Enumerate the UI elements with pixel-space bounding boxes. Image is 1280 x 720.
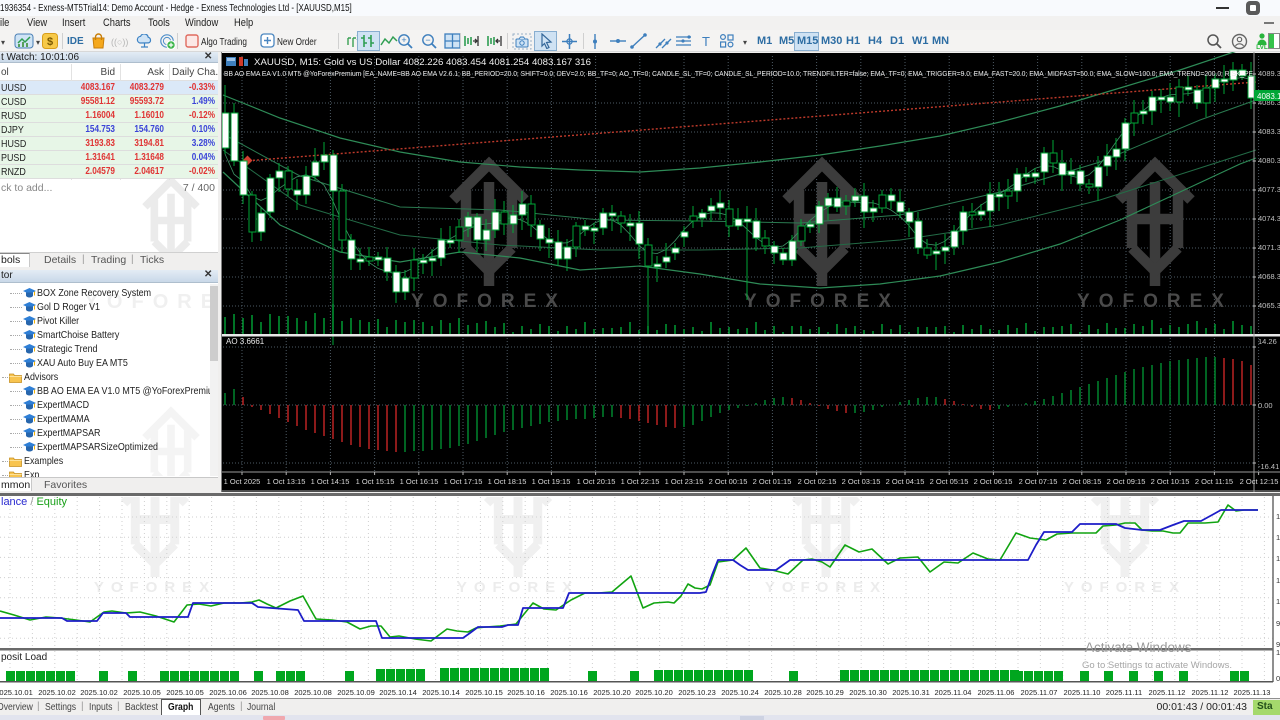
svg-text:2 Oct 03:15: 2 Oct 03:15: [842, 477, 881, 486]
svg-text:2025.10.20: 2025.10.20: [635, 688, 673, 697]
svg-text:1 Oct 19:15: 1 Oct 19:15: [532, 477, 571, 486]
svg-text:0.00: 0.00: [1258, 401, 1273, 410]
svg-text:-16.41: -16.41: [1258, 462, 1279, 471]
svg-text:Activate Windows: Activate Windows: [1085, 640, 1192, 655]
svg-text:2025.10.23: 2025.10.23: [678, 688, 716, 697]
svg-text:2 Oct 10:15: 2 Oct 10:15: [1151, 477, 1190, 486]
svg-text:2025.10.01: 2025.10.01: [0, 688, 33, 697]
svg-text:2025.11.12: 2025.11.12: [1149, 688, 1186, 697]
svg-text:2025.10.06: 2025.10.06: [209, 688, 247, 697]
svg-text:+: +: [401, 35, 406, 45]
svg-text:4065.3: 4065.3: [1258, 301, 1280, 310]
svg-text:2 Oct 06:15: 2 Oct 06:15: [974, 477, 1013, 486]
svg-text:2025.10.14: 2025.10.14: [379, 688, 417, 697]
svg-text:YOFOREX: YOFOREX: [94, 579, 216, 596]
svg-text:1 Oct 20:15: 1 Oct 20:15: [577, 477, 616, 486]
svg-text:2025.11.07: 2025.11.07: [1021, 688, 1058, 697]
svg-text:0.: 0.: [1276, 674, 1280, 683]
svg-text:2025.10.14: 2025.10.14: [422, 688, 460, 697]
svg-text:1 Oct 17:15: 1 Oct 17:15: [444, 477, 483, 486]
svg-text:$: $: [47, 36, 53, 48]
svg-text:4074.3: 4074.3: [1258, 214, 1280, 223]
svg-text:YOFOREX: YOFOREX: [457, 579, 579, 596]
svg-text:AO 3.6661: AO 3.6661: [226, 337, 265, 346]
svg-text:1 Oct 13:15: 1 Oct 13:15: [267, 477, 306, 486]
svg-text:2025.10.24: 2025.10.24: [721, 688, 759, 697]
svg-text:2025.10.05: 2025.10.05: [123, 688, 161, 697]
svg-text:2025.10.02: 2025.10.02: [80, 688, 118, 697]
svg-text:4077.3: 4077.3: [1258, 185, 1280, 194]
svg-text:4083.3: 4083.3: [1258, 127, 1280, 136]
svg-text:10: 10: [1276, 554, 1280, 563]
svg-text:10: 10: [1276, 512, 1280, 521]
svg-text:2 Oct 02:15: 2 Oct 02:15: [798, 477, 837, 486]
svg-text:XAUUSD, M15: Gold vs US Dolla: XAUUSD, M15: Gold vs US Dollar 4082.226 …: [254, 57, 591, 67]
svg-text:2 Oct 12:15: 2 Oct 12:15: [1240, 477, 1279, 486]
svg-text:−: −: [425, 35, 430, 45]
svg-text:10: 10: [1276, 576, 1280, 585]
svg-text:2025.11.10: 2025.11.10: [1064, 688, 1101, 697]
svg-text:2025.10.29: 2025.10.29: [806, 688, 844, 697]
svg-text:2025.10.08: 2025.10.08: [251, 688, 289, 697]
svg-text:2025.10.16: 2025.10.16: [550, 688, 588, 697]
svg-text:4071.3: 4071.3: [1258, 243, 1280, 252]
svg-text:2025.10.08: 2025.10.08: [294, 688, 332, 697]
svg-text:2025.10.15: 2025.10.15: [465, 688, 503, 697]
svg-text:2025.11.06: 2025.11.06: [978, 688, 1015, 697]
svg-text:1 Oct 23:15: 1 Oct 23:15: [665, 477, 704, 486]
svg-text:10: 10: [1276, 597, 1280, 606]
svg-text:1 Oct 15:15: 1 Oct 15:15: [356, 477, 395, 486]
svg-text:99: 99: [1276, 619, 1280, 628]
svg-text:2 Oct 07:15: 2 Oct 07:15: [1019, 477, 1058, 486]
svg-text:YOFOREX: YOFOREX: [744, 291, 900, 312]
svg-text:BB AO EMA EA V1.0 MT5 @YoFore: BB AO EMA EA V1.0 MT5 @YoForexPremium [E…: [224, 69, 1253, 78]
svg-text:14.26: 14.26: [1258, 337, 1277, 346]
svg-text:2 Oct 09:15: 2 Oct 09:15: [1107, 477, 1146, 486]
svg-text:4080.3: 4080.3: [1258, 156, 1280, 165]
svg-text:2025.11.12: 2025.11.12: [1192, 688, 1229, 697]
svg-text:2 Oct 05:15: 2 Oct 05:15: [930, 477, 969, 486]
svg-text:1 Oct 18:15: 1 Oct 18:15: [488, 477, 527, 486]
svg-text:2025.10.16: 2025.10.16: [507, 688, 545, 697]
svg-text:lance / Equity: lance / Equity: [1, 496, 68, 508]
svg-text:YOFOREX: YOFOREX: [765, 579, 887, 596]
svg-text:YOFOREX: YOFOREX: [1077, 291, 1233, 312]
svg-text:1 Oct 22:15: 1 Oct 22:15: [621, 477, 660, 486]
svg-text:2025.10.02: 2025.10.02: [38, 688, 76, 697]
svg-text:YOFOREX: YOFOREX: [1064, 579, 1186, 596]
svg-text:1 Oct 16:15: 1 Oct 16:15: [400, 477, 439, 486]
svg-text:2025.10.28: 2025.10.28: [764, 688, 802, 697]
svg-text:2025.10.30: 2025.10.30: [849, 688, 887, 697]
svg-text:2 Oct 01:15: 2 Oct 01:15: [753, 477, 792, 486]
svg-text:2025.10.31: 2025.10.31: [892, 688, 930, 697]
svg-text:4068.3: 4068.3: [1258, 272, 1280, 281]
svg-text:Go to Settings to activate Win: Go to Settings to activate Windows.: [1082, 660, 1232, 671]
svg-text:4083.1: 4083.1: [1257, 92, 1280, 101]
svg-text:2 Oct 08:15: 2 Oct 08:15: [1063, 477, 1102, 486]
svg-text:1 Oct 14:15: 1 Oct 14:15: [311, 477, 350, 486]
svg-text:posit Load: posit Load: [1, 652, 47, 663]
svg-text:LVL: LVL: [1256, 44, 1268, 50]
svg-text:2 Oct 00:15: 2 Oct 00:15: [709, 477, 748, 486]
svg-text:2025.10.09: 2025.10.09: [337, 688, 375, 697]
svg-text:2025.11.13: 2025.11.13: [1234, 688, 1271, 697]
svg-text:2025.11.04: 2025.11.04: [935, 688, 972, 697]
svg-text:4089.3: 4089.3: [1258, 69, 1280, 78]
svg-text:1 Oct 2025: 1 Oct 2025: [224, 477, 261, 486]
svg-text:YOFOREX: YOFOREX: [411, 291, 567, 312]
svg-text:2025.10.20: 2025.10.20: [593, 688, 631, 697]
svg-text:2025.10.05: 2025.10.05: [166, 688, 204, 697]
svg-text:10: 10: [1276, 533, 1280, 542]
svg-text:2025.11.11: 2025.11.11: [1106, 688, 1142, 697]
svg-text:2 Oct 11:15: 2 Oct 11:15: [1195, 477, 1233, 486]
svg-text:10: 10: [1276, 648, 1280, 657]
svg-text:2 Oct 04:15: 2 Oct 04:15: [886, 477, 925, 486]
